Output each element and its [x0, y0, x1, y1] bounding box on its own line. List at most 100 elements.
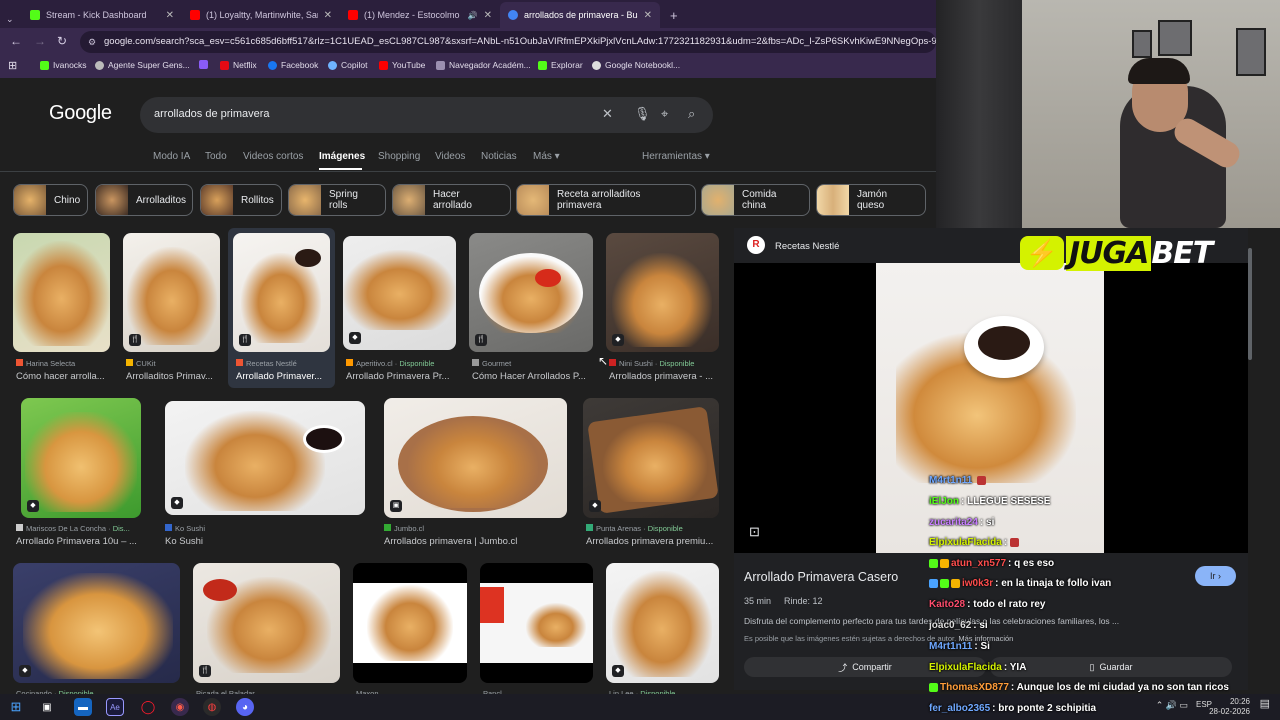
result-title[interactable]: Cómo Hacer Arrollados P... — [472, 371, 593, 382]
spring-roll-photo — [367, 585, 453, 661]
tab-videos-cortos[interactable]: Videos cortos — [243, 151, 303, 162]
result-title[interactable]: Arrollado Primaver... — [236, 371, 328, 382]
result-image[interactable]: ◆ — [165, 401, 365, 515]
google-logo[interactable]: Google — [49, 102, 112, 125]
youtube-icon — [190, 10, 200, 20]
chip-receta-arrolladitos[interactable]: Receta arrolladitos primavera — [516, 184, 696, 216]
lens-search-icon[interactable]: ⊡ — [749, 524, 760, 540]
result-title[interactable]: Arrollado Primavera Pr... — [346, 371, 456, 382]
clock-time[interactable]: 20:26 — [1209, 697, 1250, 707]
badge-icon — [929, 558, 938, 568]
tab-noticias[interactable]: Noticias — [481, 151, 517, 162]
result-image[interactable] — [353, 563, 467, 683]
chip-rollitos[interactable]: Rollitos — [200, 184, 282, 216]
result-image[interactable]: 🍴 — [469, 233, 593, 352]
result-image[interactable]: ◆ — [583, 398, 719, 518]
bookmark-agente[interactable]: Agente Super Gens... — [95, 60, 190, 70]
panel-title[interactable]: Arrollado Primavera Casero — [744, 570, 898, 584]
lens-icon[interactable]: ⌖ — [661, 106, 668, 122]
bookmark-notebooklm[interactable]: Google Notebookl... — [592, 60, 680, 70]
reload-icon[interactable]: ↻ — [57, 34, 67, 48]
result-image[interactable]: 🍴 — [233, 233, 330, 352]
discord-icon[interactable]: ◕ — [236, 698, 254, 716]
tab-modo-ia[interactable]: Modo IA — [153, 151, 190, 162]
windows-start-icon[interactable]: ⊞ — [7, 698, 25, 716]
chrome-icon[interactable]: ◉ — [171, 698, 189, 716]
tab-imagenes[interactable]: Imágenes — [319, 151, 365, 162]
chip-jamon-queso[interactable]: Jamón queso — [816, 184, 926, 216]
bookmark-copilot[interactable]: Copilot — [328, 60, 367, 70]
after-effects-icon[interactable]: Ae — [106, 698, 124, 716]
tab-kick-dashboard[interactable]: Stream - Kick Dashboard ✕ — [22, 2, 182, 28]
result-image[interactable]: ◆ — [343, 236, 456, 350]
tab-youtube-2[interactable]: (1) Mendez - Estocolmo - Y... 🔊 ✕ — [340, 2, 500, 28]
speaker-icon[interactable]: 🔊 — [468, 11, 478, 20]
result-title[interactable]: Arrolladitos Primav... — [126, 371, 220, 382]
site-info-icon[interactable]: ⚙ — [88, 31, 96, 53]
search-query[interactable]: arrollados de primavera — [154, 108, 270, 120]
obs-icon[interactable]: ◍ — [203, 698, 221, 716]
bookmark-youtube[interactable]: YouTube — [379, 60, 425, 70]
result-title[interactable]: Cómo hacer arrolla... — [16, 371, 110, 382]
tab-shopping[interactable]: Shopping — [378, 151, 420, 162]
chip-spring-rolls[interactable]: Spring rolls — [288, 184, 386, 216]
system-tray[interactable]: ⌃ 🔊 ▭ ESP 20:26 28-02-2026 ▤ — [1156, 697, 1270, 717]
result-image[interactable]: 🍴 — [123, 233, 220, 352]
tab-google-search[interactable]: arrollados de primavera - Busc... ✕ — [500, 2, 660, 28]
microphone-icon[interactable]: 🎙 — [634, 106, 651, 122]
language-indicator[interactable]: ESP — [1196, 700, 1212, 710]
result-image[interactable]: ◆ — [21, 398, 141, 518]
close-icon[interactable]: ✕ — [324, 10, 332, 21]
chip-chino[interactable]: Chino — [13, 184, 88, 216]
notification-icon[interactable]: ▤ — [1260, 699, 1270, 710]
result-image[interactable] — [480, 563, 593, 683]
tab-mas[interactable]: Más ▾ — [533, 151, 560, 162]
spring-roll-photo — [23, 573, 173, 679]
availability: Disponible — [659, 359, 695, 368]
result-image[interactable]: ◆ — [606, 563, 719, 683]
bookmark-ivanocks[interactable]: Ivanocks — [40, 60, 87, 70]
result-image[interactable]: 🍴 — [193, 563, 340, 683]
new-tab-button[interactable]: + — [662, 2, 686, 28]
bookmark-explorar[interactable]: Explorar — [538, 60, 583, 70]
forward-icon[interactable]: → — [34, 34, 46, 48]
result-title[interactable]: Arrollados primavera | Jumbo.cl — [384, 536, 567, 547]
clear-icon[interactable]: ✕ — [602, 106, 613, 122]
bookmark-facebook[interactable]: Facebook — [268, 60, 318, 70]
result-image[interactable]: ▣ — [384, 398, 567, 518]
task-view-icon[interactable]: ▣ — [38, 698, 56, 716]
app-icon[interactable]: ▬ — [74, 698, 92, 716]
result-title[interactable]: Arrollados primavera - ... — [609, 371, 719, 382]
bookmark-label: Explorar — [551, 60, 583, 70]
close-icon[interactable]: ✕ — [484, 10, 492, 21]
url-input[interactable]: ⚙ google.com/search?sca_esv=c561c685d6bf… — [80, 31, 936, 53]
opera-icon[interactable]: ◯ — [139, 698, 157, 716]
result-title[interactable]: Arrollado Primavera 10u – ... — [16, 536, 141, 547]
result-title[interactable]: Ko Sushi — [165, 536, 365, 547]
chip-hacer-arrollado[interactable]: Hacer arrollado — [392, 184, 511, 216]
panel-source[interactable]: Recetas Nestlé — [775, 241, 839, 252]
result-image[interactable] — [13, 233, 110, 352]
preview-image[interactable] — [876, 263, 1104, 553]
panel-scrollbar[interactable] — [1248, 248, 1252, 360]
back-icon[interactable]: ← — [10, 34, 22, 48]
tools-button[interactable]: Herramientas ▾ — [642, 151, 710, 162]
bookmark-unnamed[interactable] — [199, 60, 208, 69]
clock-date[interactable]: 28-02-2026 — [1209, 707, 1250, 717]
tab-todo[interactable]: Todo — [205, 151, 227, 162]
result-title[interactable]: Arrollados primavera premiu... — [586, 536, 719, 547]
tray-icons[interactable]: ⌃ 🔊 ▭ — [1156, 700, 1188, 710]
result-image[interactable]: ◆ — [13, 563, 180, 683]
tab-videos[interactable]: Videos — [435, 151, 465, 162]
bookmark-netflix[interactable]: Netflix — [220, 60, 257, 70]
apps-icon[interactable]: ⊞ — [8, 59, 17, 72]
bookmark-navegador[interactable]: Navegador Académ... — [436, 60, 531, 70]
close-icon[interactable]: ✕ — [644, 10, 652, 21]
result-image[interactable]: ◆ — [606, 233, 719, 352]
chip-arrolladitos[interactable]: Arrolladitos — [95, 184, 193, 216]
close-icon[interactable]: ✕ — [166, 10, 174, 21]
chip-comida-china[interactable]: Comida china — [701, 184, 810, 216]
search-icon[interactable]: ⌕ — [688, 106, 695, 122]
tab-youtube-1[interactable]: (1) Loyaltty, Martinwhite, Santi... ✕ — [182, 2, 340, 28]
go-button[interactable]: Ir › — [1195, 566, 1236, 586]
